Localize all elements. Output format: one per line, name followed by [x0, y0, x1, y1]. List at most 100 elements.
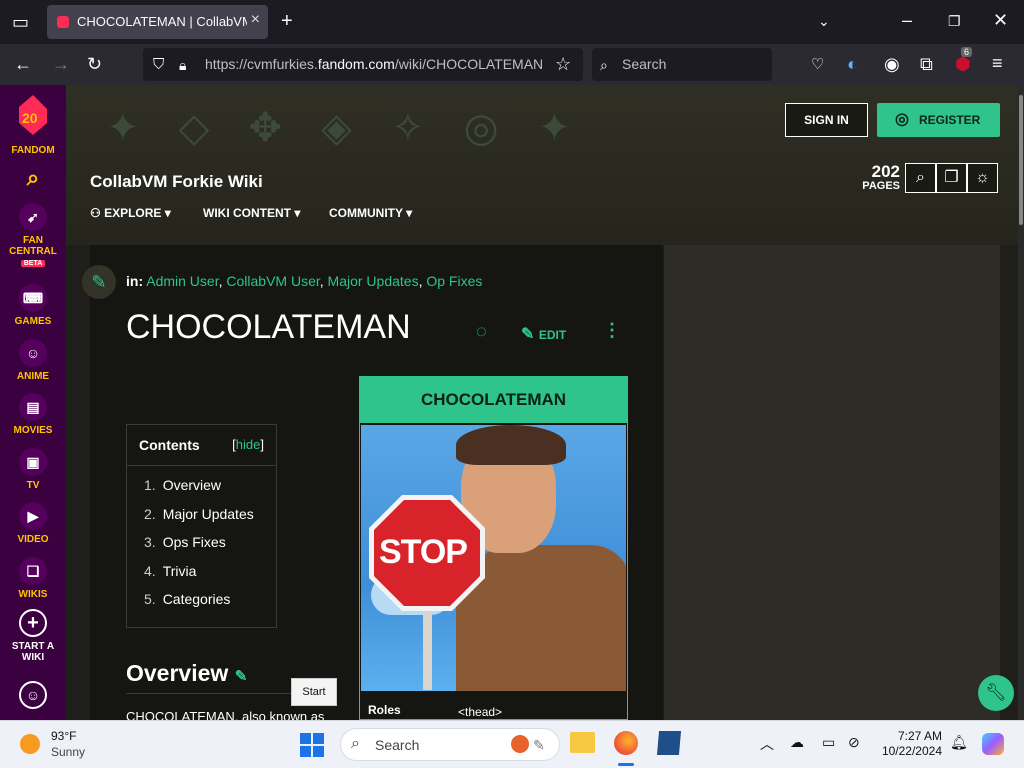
search-icon: ⌕ [351, 735, 360, 752]
wrench-icon: 🔧︎ [985, 683, 1007, 702]
register-button[interactable]: ◎ REGISTER [877, 103, 1000, 137]
search-icon: ⌕ [916, 169, 925, 186]
sidebar-item-start-a-wiki[interactable]: + START A WIKI [0, 609, 66, 663]
extensions-icon[interactable]: ⧉ [920, 55, 933, 73]
address-bar[interactable]: ⛉ 🔒︎ https://cvmfurkies.fandom.com/wiki/… [143, 48, 583, 81]
more-options-icon[interactable]: ⋮ [603, 320, 621, 341]
sidebar-item-tv[interactable]: ▣ TV [0, 448, 66, 491]
infobox-title: CHOCOLATEMAN [360, 377, 627, 423]
nav-community[interactable]: COMMUNITY ▾ [329, 206, 412, 220]
pencil-icon: ✎ [521, 326, 539, 343]
toc-item[interactable]: 4. Trivia [144, 563, 276, 592]
windows-logo-icon [300, 733, 324, 757]
display-icon[interactable]: ▭ [822, 734, 835, 751]
account-icon[interactable]: ◉ [884, 55, 900, 73]
nav-explore[interactable]: ⚇ EXPLORE ▾ [90, 206, 171, 220]
browser-nav-bar: ← → ↻ ⛉ 🔒︎ https://cvmfurkies.fandom.com… [0, 44, 1024, 85]
pencil-icon[interactable]: ✎ [235, 668, 248, 685]
pocket-icon[interactable]: ♡ [811, 56, 824, 74]
network-icon[interactable]: ⊘ [848, 734, 860, 751]
tools-button[interactable]: 🔧︎ [978, 675, 1014, 711]
copilot-icon[interactable] [982, 733, 1004, 755]
close-window-icon[interactable]: ✕ [993, 11, 1008, 29]
book-icon: ❏ [19, 557, 47, 585]
tab-title: CHOCOLATEMAN | CollabVM F [77, 14, 247, 29]
toc-item[interactable]: 3. Ops Fixes [144, 534, 276, 563]
fandom-search-icon[interactable]: ⌕ [0, 165, 66, 191]
toc-hide-toggle[interactable]: [hide] [232, 437, 264, 452]
sidebar-item-movies[interactable]: ▤ MOVIES [0, 393, 66, 436]
toc-heading: Contents [139, 437, 200, 453]
browser-search-box[interactable]: ⌕ Search [592, 48, 772, 81]
file-explorer-icon[interactable] [570, 732, 595, 753]
scrollbar-thumb[interactable] [1019, 95, 1023, 225]
lock-icon[interactable]: 🔒︎ [179, 56, 186, 74]
temperature: 93°F [51, 729, 77, 743]
ublock-icon[interactable]: ⬢ [955, 55, 971, 73]
firefox-icon[interactable] [614, 731, 638, 755]
search-highlight-icon: ✎ [533, 737, 545, 753]
clock[interactable]: 7:27 AM 10/22/2024 [872, 729, 942, 759]
overview-heading: Overview ✎ [126, 660, 248, 686]
theme-toggle-button[interactable]: ☼ [967, 163, 998, 193]
discussions-button[interactable]: ❐ [936, 163, 967, 193]
banner-background-icon: ✦ ◇ ✥ ◈ ✧ ◎ ✦ [106, 106, 586, 150]
maximize-icon[interactable]: ❐ [948, 12, 961, 30]
shield-icon[interactable]: ⛉ [153, 56, 164, 74]
wiki-name[interactable]: CollabVM Forkie Wiki [90, 172, 263, 192]
start-tooltip: Start [291, 678, 337, 706]
tab-list-icon[interactable]: ▭ [12, 13, 29, 31]
notification-bell-icon[interactable]: 🔔︎ [950, 734, 968, 751]
cloud-icon[interactable]: ☁ [790, 734, 804, 751]
sign-in-button[interactable]: SIGN IN [785, 103, 868, 137]
browser-tab[interactable]: CHOCOLATEMAN | CollabVM F × [47, 5, 268, 39]
browser-search-placeholder: Search [622, 56, 667, 72]
windows-taskbar: 93°F Sunny ⌕ Search ✎ ︿ ☁ ▭ ⊘ 7:27 AM 10… [0, 720, 1024, 768]
toc-item[interactable]: 2. Major Updates [144, 506, 276, 535]
fandom-logo[interactable]: 20 [15, 93, 51, 137]
chevron-down-icon[interactable]: ⌄ [818, 12, 830, 30]
category-link[interactable]: Major Updates [328, 273, 419, 289]
search-button[interactable]: ⌕ [905, 163, 936, 193]
infobox-image[interactable]: STOP [361, 425, 626, 691]
edit-button[interactable]: ✎ EDIT [521, 324, 566, 344]
sidebar-item-games[interactable]: ⌨ GAMES [0, 284, 66, 327]
toc-item[interactable]: 1. Overview [144, 477, 276, 506]
page-count: 202 PAGES [862, 162, 900, 192]
toc-item[interactable]: 5. Categories [144, 591, 276, 620]
bookmark-star-icon[interactable]: ☆ [555, 55, 571, 73]
forward-icon[interactable]: → [52, 55, 70, 73]
wiki-page: ✦ ◇ ✥ ◈ ✧ ◎ ✦ SIGN IN ◎ REGISTER CollabV… [66, 85, 1018, 720]
sidebar-item-wikis[interactable]: ❏ WIKIS [0, 557, 66, 600]
virtualbox-icon[interactable] [656, 731, 682, 755]
rocket-icon: ➹ [19, 203, 47, 231]
category-link[interactable]: CollabVM User [226, 273, 319, 289]
nav-wiki-content[interactable]: WIKI CONTENT ▾ [203, 206, 300, 220]
start-button[interactable] [300, 733, 324, 757]
comment-icon[interactable]: ◌ [476, 321, 487, 342]
back-icon[interactable]: ← [14, 55, 32, 73]
chevron-up-icon[interactable]: ︿ [760, 734, 774, 754]
plus-circle-icon: + [19, 609, 47, 637]
infobox: CHOCOLATEMAN STOP Roles <thead> [359, 376, 628, 720]
taskbar-search[interactable]: ⌕ Search ✎ [340, 728, 560, 761]
vpn-icon[interactable]: ◐ [847, 55, 858, 73]
sidebar-item-anime[interactable]: ☺ ANIME [0, 339, 66, 382]
close-tab-icon[interactable]: × [251, 11, 260, 29]
sidebar-item-video[interactable]: ▶ VIDEO [0, 502, 66, 545]
user-avatar-icon[interactable]: ☺ [0, 681, 66, 713]
menu-icon[interactable]: ≡ [992, 54, 1003, 72]
weather-condition: Sunny [51, 745, 86, 759]
category-link[interactable]: Admin User [146, 273, 218, 289]
page-title: CHOCOLATEMAN [126, 308, 411, 346]
minimize-icon[interactable]: – [902, 11, 912, 29]
right-rail [664, 245, 1000, 720]
sidebar-item-fan-central[interactable]: ➹ FAN CENTRAL BETA [0, 203, 66, 268]
scrollbar[interactable] [1018, 85, 1024, 720]
category-link[interactable]: Op Fixes [426, 273, 482, 289]
beta-badge: BETA [20, 260, 46, 267]
reload-icon[interactable]: ↻ [87, 55, 102, 73]
infobox-row-value: <thead> [458, 705, 503, 719]
edit-pencil-button[interactable]: ✎ [82, 265, 116, 299]
new-tab-icon[interactable]: + [281, 11, 293, 31]
